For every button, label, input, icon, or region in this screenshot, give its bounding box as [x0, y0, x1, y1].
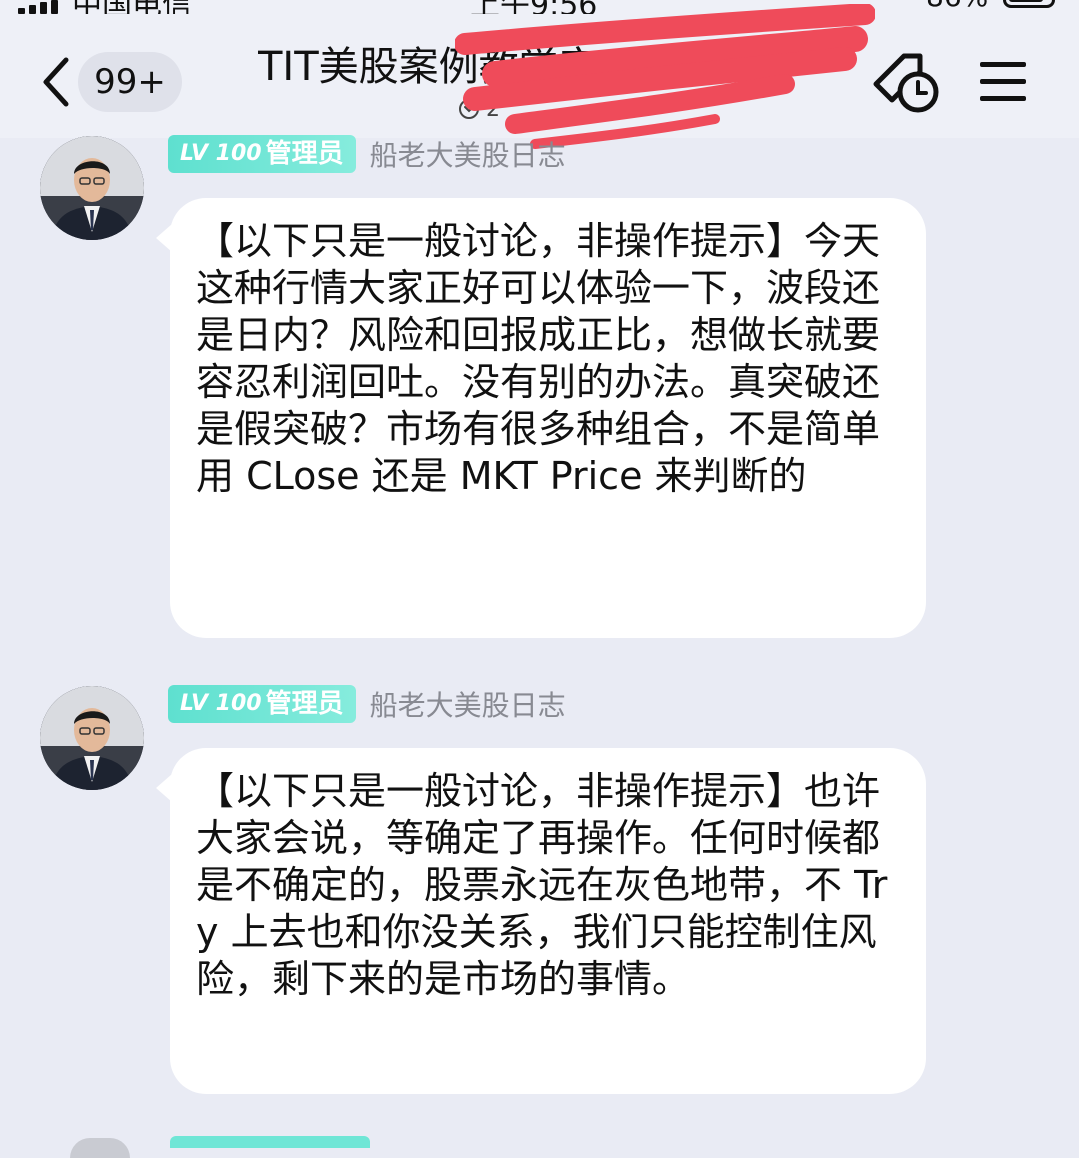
sender-name[interactable]: 船老大美股日志: [370, 134, 566, 174]
battery-label: 86%: [926, 0, 988, 13]
sender-avatar[interactable]: [40, 686, 144, 790]
menu-icon[interactable]: [978, 58, 1030, 106]
badge-role: 管理员: [265, 689, 344, 719]
sender-avatar[interactable]: [40, 136, 144, 240]
next-admin-badge: [170, 1136, 370, 1148]
carrier-label: 中国电信: [72, 0, 192, 14]
badge-level: LV 100: [180, 691, 262, 716]
avatar-image: [40, 686, 144, 790]
redaction-scribble: [455, 4, 875, 149]
battery-icon: [1003, 0, 1055, 8]
message-bubble[interactable]: 【以下只是一般讨论，非操作提示】也许大家会说，等确定了再操作。任何时候都是不确定…: [156, 748, 926, 1094]
back-icon[interactable]: [36, 52, 76, 112]
message-bubble[interactable]: 【以下只是一般讨论，非操作提示】今天这种行情大家正好可以体验一下，波段还是日内？…: [156, 198, 926, 638]
chat-header: 中国电信 上午9:56 86% 99+ TIT美股案例教学实 2: [0, 0, 1079, 149]
admin-badge: LV 100 管理员: [168, 135, 356, 173]
next-sender-avatar: [70, 1138, 130, 1158]
admin-badge: LV 100 管理员: [168, 685, 356, 723]
sender-name[interactable]: 船老大美股日志: [370, 684, 566, 724]
unread-count-badge[interactable]: 99+: [78, 52, 182, 112]
avatar-image: [40, 136, 144, 240]
badge-role: 管理员: [265, 139, 344, 169]
tag-icon[interactable]: [870, 50, 946, 118]
badge-level: LV 100: [180, 141, 262, 166]
sender-line: LV 100 管理员 船老大美股日志: [168, 684, 566, 724]
sender-line: LV 100 管理员 船老大美股日志: [168, 134, 566, 174]
